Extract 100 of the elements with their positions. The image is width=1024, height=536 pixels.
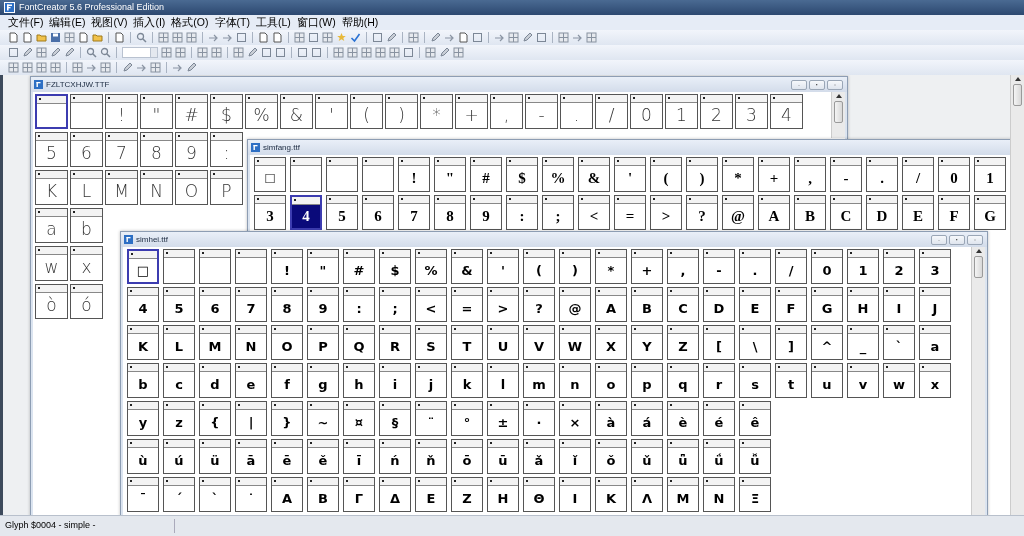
glyph-cell[interactable]: * — [420, 94, 453, 129]
scrollbar[interactable] — [831, 92, 845, 138]
glyph-cell[interactable]: ǒ — [595, 439, 627, 474]
glyph-cell[interactable]: Β — [307, 477, 339, 512]
glyph-cell[interactable]: Y — [631, 325, 663, 360]
glyph-cell[interactable]: x — [919, 363, 951, 398]
glyph-cell[interactable]: Η — [487, 477, 519, 512]
glyph-cell[interactable] — [362, 157, 394, 192]
glyph-cell[interactable]: 1 — [665, 94, 698, 129]
glyph-cell[interactable]: 6 — [199, 287, 231, 322]
glyph-cell[interactable]: 0 — [938, 157, 970, 192]
glyph-cell[interactable]: ' — [487, 249, 519, 284]
menu-item[interactable]: 工具(L) — [255, 16, 291, 29]
glyph-cell[interactable]: | — [235, 401, 267, 436]
glyph-cell[interactable]: : — [210, 132, 243, 167]
glyph-cell[interactable]: s — [739, 363, 771, 398]
grid-icon[interactable] — [322, 32, 333, 43]
glyph-cell[interactable]: ī — [343, 439, 375, 474]
page-icon[interactable] — [458, 32, 469, 43]
glyph-cell[interactable]: ! — [271, 249, 303, 284]
glyph-cell[interactable]: Z — [667, 325, 699, 360]
glyph-cell[interactable]: & — [451, 249, 483, 284]
glyph-cell[interactable]: : — [343, 287, 375, 322]
glyph-cell[interactable] — [163, 249, 195, 284]
page-icon[interactable] — [114, 32, 125, 43]
glyph-cell[interactable]: l — [487, 363, 519, 398]
glyph-cell[interactable]: · — [523, 401, 555, 436]
grid-icon[interactable] — [294, 32, 305, 43]
glyph-cell[interactable]: h — [343, 363, 375, 398]
pencil-icon[interactable] — [522, 32, 533, 43]
square-icon[interactable] — [403, 47, 414, 58]
arrow-icon[interactable] — [572, 32, 583, 43]
glyph-cell[interactable]: è — [667, 401, 699, 436]
grid-icon[interactable] — [586, 32, 597, 43]
scrollbar-thumb[interactable] — [974, 256, 983, 278]
glyph-cell[interactable]: ù — [127, 439, 159, 474]
glyph-cell[interactable]: u — [811, 363, 843, 398]
page-icon[interactable] — [78, 32, 89, 43]
glyph-cell[interactable]: ǘ — [703, 439, 735, 474]
grid-icon[interactable] — [36, 47, 47, 58]
glyph-cell[interactable]: Κ — [595, 477, 627, 512]
search-icon[interactable] — [136, 32, 147, 43]
glyph-cell[interactable] — [326, 157, 358, 192]
grid-icon[interactable] — [36, 62, 47, 73]
glyph-cell[interactable]: < — [415, 287, 447, 322]
glyph-cell[interactable]: ń — [379, 439, 411, 474]
glyph-cell[interactable]: D — [703, 287, 735, 322]
glyph-cell[interactable]: : — [506, 195, 538, 230]
glyph-cell[interactable]: w — [883, 363, 915, 398]
glyph-cell[interactable]: . — [739, 249, 771, 284]
pencil-icon[interactable] — [247, 47, 258, 58]
glyph-cell[interactable]: N — [235, 325, 267, 360]
glyph-cell[interactable]: % — [542, 157, 574, 192]
square-icon[interactable] — [372, 32, 383, 43]
glyph-cell[interactable]: H — [847, 287, 879, 322]
glyph-cell[interactable]: K — [35, 170, 68, 205]
grid-icon[interactable] — [425, 47, 436, 58]
grid-icon[interactable] — [100, 62, 111, 73]
glyph-cell[interactable]: Ι — [559, 477, 591, 512]
glyph-cell[interactable]: $ — [210, 94, 243, 129]
glyph-cell[interactable]: _ — [847, 325, 879, 360]
check-icon[interactable] — [350, 32, 361, 43]
glyph-cell[interactable]: ǔ — [631, 439, 663, 474]
glyph-cell[interactable]: 7 — [105, 132, 138, 167]
glyph-cell[interactable] — [70, 94, 103, 129]
glyph-cell[interactable]: ; — [542, 195, 574, 230]
glyph-cell[interactable]: I — [883, 287, 915, 322]
grid-icon[interactable] — [558, 32, 569, 43]
grid-icon[interactable] — [186, 32, 197, 43]
glyph-cell[interactable]: D — [866, 195, 898, 230]
grid-icon[interactable] — [453, 47, 464, 58]
glyph-cell[interactable]: W — [559, 325, 591, 360]
glyph-cell[interactable]: Ν — [703, 477, 735, 512]
glyph-cell[interactable]: Α — [271, 477, 303, 512]
maximize-button[interactable] — [809, 79, 825, 90]
glyph-cell[interactable]: ü — [199, 439, 231, 474]
glyph-cell[interactable] — [290, 157, 322, 192]
glyph-cell[interactable]: C — [830, 195, 862, 230]
pencil-icon[interactable] — [122, 62, 133, 73]
grid-icon[interactable] — [158, 32, 169, 43]
glyph-cell[interactable]: # — [343, 249, 375, 284]
glyph-cell[interactable]: Ζ — [451, 477, 483, 512]
grid-icon[interactable] — [72, 62, 83, 73]
glyph-cell[interactable]: 9 — [175, 132, 208, 167]
glyph-cell[interactable]: R — [379, 325, 411, 360]
glyph-cell[interactable]: ˊ — [163, 477, 195, 512]
glyph-cell[interactable]: ( — [523, 249, 555, 284]
square-icon[interactable] — [308, 32, 319, 43]
glyph-cell[interactable]: ê — [739, 401, 771, 436]
menu-item[interactable]: 编辑(E) — [49, 16, 86, 29]
glyph-cell[interactable]: , — [667, 249, 699, 284]
pencil-icon[interactable] — [386, 32, 397, 43]
glyph-cell[interactable]: & — [578, 157, 610, 192]
glyph-cell[interactable]: N — [140, 170, 173, 205]
glyph-cell[interactable]: b — [127, 363, 159, 398]
glyph-cell[interactable]: ° — [451, 401, 483, 436]
glyph-cell[interactable]: T — [451, 325, 483, 360]
glyph-cell[interactable]: - — [525, 94, 558, 129]
glyph-cell[interactable]: = — [614, 195, 646, 230]
glyph-cell[interactable]: ¤ — [343, 401, 375, 436]
